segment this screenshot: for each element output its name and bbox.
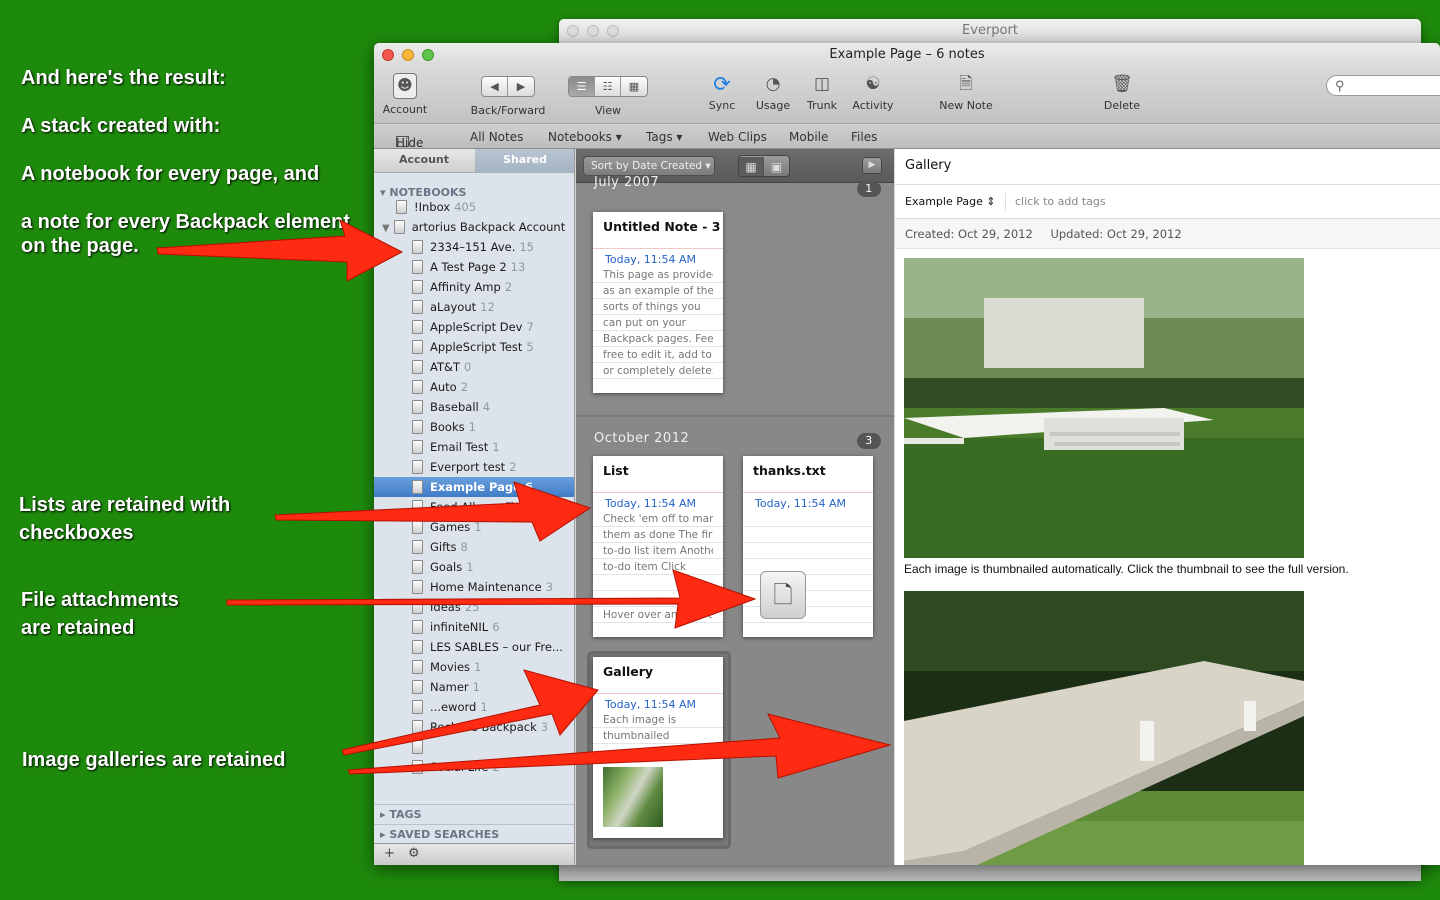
arrow-list [274,481,592,542]
annotation-arrows [156,219,892,779]
arrow-notebook [156,219,404,282]
arrow-gallery-image [347,713,892,779]
arrow-file [226,569,757,629]
arrow-gallery [341,669,599,756]
